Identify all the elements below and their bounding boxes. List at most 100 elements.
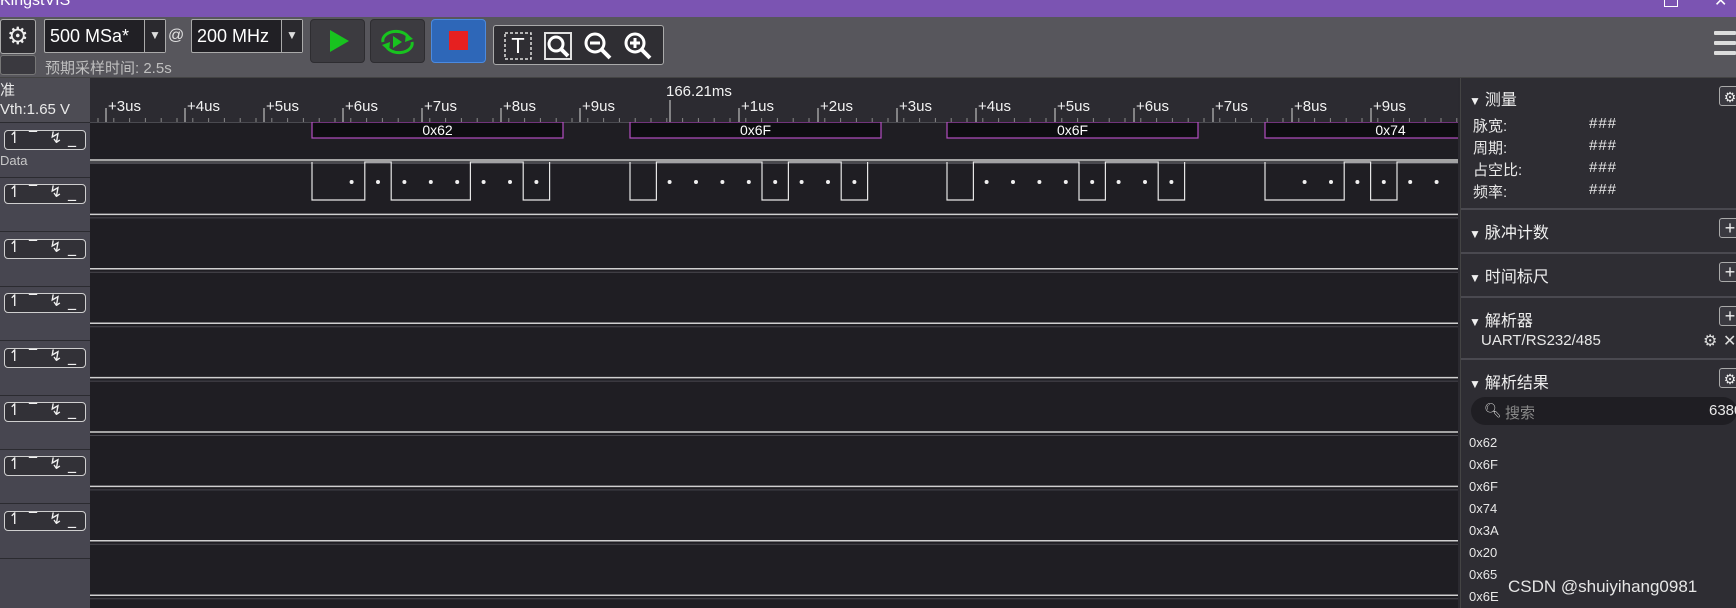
falling-edge-trigger-icon[interactable]: ↯ [49, 182, 62, 201]
rising-edge-trigger-icon[interactable]: ↿ [8, 291, 21, 310]
rising-edge-trigger-icon[interactable]: ↿ [8, 509, 21, 528]
low-level-trigger-icon[interactable]: _ [68, 509, 76, 528]
low-level-trigger-icon[interactable]: _ [68, 237, 76, 256]
time-marker-section-header[interactable]: ▼ 时间标尺 [1469, 263, 1549, 287]
gear-icon[interactable]: ⚙ [1703, 331, 1717, 351]
frequency-dropdown[interactable]: ▼ [281, 20, 302, 52]
falling-edge-trigger-icon[interactable]: ↯ [49, 237, 62, 256]
low-level-trigger-icon[interactable]: _ [68, 182, 76, 201]
high-level-trigger-icon[interactable]: ‾ [29, 454, 37, 473]
close-icon[interactable]: ✕ [1714, 0, 1727, 11]
sample-point [852, 180, 857, 184]
analyzer-item-uart[interactable]: UART/RS232/485 [1481, 332, 1601, 349]
sample-point [984, 180, 989, 184]
zoom-in-icon[interactable] [622, 30, 654, 62]
channel-row[interactable]: ↿ ‾ ↯ _ [0, 504, 90, 559]
high-level-trigger-icon[interactable]: ‾ [29, 346, 37, 365]
falling-edge-trigger-icon[interactable]: ↯ [49, 400, 62, 419]
falling-edge-trigger-icon[interactable]: ↯ [49, 346, 62, 365]
falling-edge-trigger-icon[interactable]: ↯ [49, 454, 62, 473]
falling-edge-trigger-icon[interactable]: ↯ [49, 128, 62, 147]
low-level-trigger-icon[interactable]: _ [68, 128, 76, 147]
stop-button[interactable] [431, 19, 486, 63]
sample-point [1434, 180, 1439, 184]
high-level-trigger-icon[interactable]: ‾ [29, 128, 37, 147]
result-item[interactable]: 0x3A [1469, 523, 1499, 538]
waveform-area[interactable]: +3us +4us +5us +6us +7us +8us +9us +1us +2us +3us… [90, 78, 1458, 608]
result-item[interactable]: 0x6E [1469, 589, 1499, 604]
channel-row[interactable]: ↿ ‾ ↯ _ [0, 286, 90, 342]
rising-edge-trigger-icon[interactable]: ↿ [8, 182, 21, 201]
close-icon[interactable]: ✕ [1723, 331, 1736, 351]
falling-edge-trigger-icon[interactable]: ↯ [49, 291, 62, 310]
measure-label: 频率: [1473, 184, 1508, 201]
channel-row[interactable]: ↿ ‾ ↯ _ [0, 341, 90, 396]
sample-point [694, 180, 698, 184]
high-level-trigger-icon[interactable]: ‾ [29, 291, 37, 310]
high-level-trigger-icon[interactable]: ‾ [29, 182, 37, 201]
add-analyzer-button[interactable]: + [1719, 306, 1736, 326]
channel-row[interactable]: ↿ ‾ ↯ _ [0, 232, 90, 287]
waveform-canvas[interactable]: 0x62 0x6F 0x6F 0x74 [90, 122, 1458, 608]
start-button[interactable] [310, 19, 365, 63]
add-pulse-count-button[interactable]: + [1719, 218, 1736, 238]
result-item[interactable]: 0x65 [1469, 567, 1497, 582]
zoom-fit-icon[interactable] [542, 30, 574, 62]
menu-icon[interactable] [1714, 31, 1736, 61]
loop-start-button[interactable] [370, 19, 425, 63]
time-marker-title: 时间标尺 [1484, 269, 1549, 286]
low-level-trigger-icon[interactable]: _ [68, 400, 76, 419]
low-level-trigger-icon[interactable]: _ [68, 346, 76, 365]
rising-edge-trigger-icon[interactable]: ↿ [8, 454, 21, 473]
results-section-header[interactable]: ▼ 解析结果 [1469, 369, 1549, 393]
rising-edge-trigger-icon[interactable]: ↿ [8, 400, 21, 419]
results-search-box[interactable]: 🔍︎ 搜索 6380 [1471, 397, 1736, 425]
result-item[interactable]: 0x62 [1469, 435, 1497, 450]
device-status-box [0, 55, 36, 75]
decoded-frame-label: 0x62 [422, 122, 453, 138]
low-level-trigger-icon[interactable]: _ [68, 454, 76, 473]
sample-rate-dropdown[interactable]: ▼ [144, 20, 165, 52]
stop-icon [449, 31, 468, 50]
ruler-tick-label: +8us [1294, 98, 1327, 115]
ruler-tick-label: +1us [741, 98, 774, 115]
results-settings-button[interactable]: ⚙ [1719, 368, 1736, 388]
channel-row[interactable]: ↿ ‾ ↯ _ Data [0, 123, 90, 178]
rising-edge-trigger-icon[interactable]: ↿ [8, 128, 21, 147]
high-level-trigger-icon[interactable]: ‾ [29, 509, 37, 528]
low-level-trigger-icon[interactable]: _ [68, 291, 76, 310]
rising-edge-trigger-icon[interactable]: ↿ [8, 237, 21, 256]
trigger-buttons: ↿ ‾ ↯ _ [4, 454, 86, 477]
channel-row[interactable]: ↿ ‾ ↯ _ [0, 395, 90, 450]
pulse-count-title: 脉冲计数 [1484, 225, 1549, 242]
text-annotation-icon[interactable]: T [502, 30, 534, 62]
frequency-select[interactable]: 200 MHz ▼ [191, 19, 303, 53]
frequency-value: 200 MHz [197, 26, 270, 46]
device-settings-button[interactable]: ⚙ [0, 19, 36, 54]
high-level-trigger-icon[interactable]: ‾ [29, 400, 37, 419]
add-time-marker-button[interactable]: + [1719, 262, 1736, 282]
zoom-out-icon[interactable] [582, 30, 614, 62]
result-item[interactable]: 0x6F [1469, 457, 1498, 472]
result-item[interactable]: 0x74 [1469, 501, 1497, 516]
window-title: KingstVIS [0, 0, 71, 9]
channel-panel-header[interactable]: 准 Vth:1.65 V [0, 78, 90, 123]
pulse-count-section-header[interactable]: ▼ 脉冲计数 [1469, 219, 1549, 243]
sample-rate-select[interactable]: 500 MSa* ▼ [44, 19, 166, 53]
channel-row[interactable]: ↿ ‾ ↯ _ [0, 449, 90, 505]
search-placeholder[interactable]: 搜索 [1505, 402, 1535, 423]
maximize-button[interactable] [1664, 0, 1678, 7]
falling-edge-trigger-icon[interactable]: ↯ [49, 509, 62, 528]
channel-row[interactable]: ↿ ‾ ↯ _ [0, 177, 90, 233]
analyzers-section-header[interactable]: ▼ 解析器 [1469, 307, 1533, 331]
measure-section-header[interactable]: ▼ 测量 [1469, 86, 1517, 110]
rising-edge-trigger-icon[interactable]: ↿ [8, 346, 21, 365]
ruler-center-label: 166.21ms [666, 83, 732, 100]
result-item[interactable]: 0x20 [1469, 545, 1497, 560]
high-level-trigger-icon[interactable]: ‾ [29, 237, 37, 256]
time-ruler[interactable]: +3us +4us +5us +6us +7us +8us +9us +1us +2us +3us… [90, 78, 1458, 123]
measure-settings-button[interactable]: ⚙ [1719, 86, 1736, 106]
result-item[interactable]: 0x6F [1469, 479, 1498, 494]
decoded-frame-bar[interactable] [1264, 122, 1458, 139]
ruler-tick-label: +4us [187, 98, 220, 115]
